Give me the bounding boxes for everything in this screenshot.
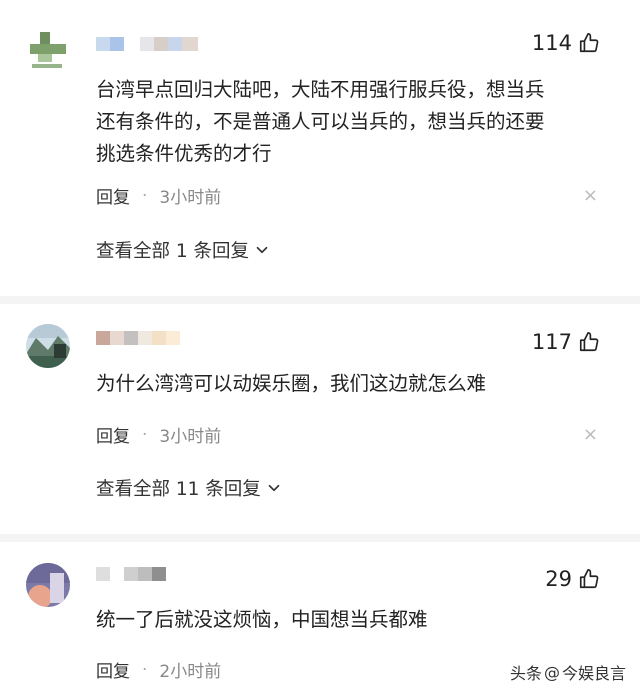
- watermark-at: @: [543, 662, 560, 682]
- reply-button[interactable]: 回复: [96, 422, 130, 447]
- comment-text-line: 为什么湾湾可以动娱乐圈，我们这边就怎么难: [96, 372, 487, 395]
- close-icon[interactable]: ×: [583, 424, 598, 445]
- like-button[interactable]: 114: [532, 31, 600, 55]
- meta-separator: ·: [142, 424, 148, 445]
- meta-separator: ·: [142, 185, 148, 206]
- divider: [0, 534, 640, 542]
- comment-text: 为什么湾湾可以动娱乐圈，我们这边就怎么难: [96, 368, 596, 400]
- reply-button[interactable]: 回复: [96, 657, 130, 682]
- comment-text: 台湾早点回归大陆吧，大陆不用强行服兵役，想当兵 还有条件的，不是普通人可以当兵的…: [96, 74, 596, 170]
- view-replies-label: 查看全部 1 条回复: [96, 241, 250, 262]
- comment-meta: 回复 · 3小时前: [96, 422, 222, 448]
- timestamp: 3小时前: [159, 427, 222, 447]
- chevron-down-icon: [268, 484, 280, 492]
- view-replies-button[interactable]: 查看全部 11 条回复: [96, 475, 283, 501]
- reply-button[interactable]: 回复: [96, 183, 130, 208]
- watermark-account: 今娱良言: [561, 664, 626, 683]
- comment-meta: 回复 · 3小时前: [96, 183, 222, 209]
- like-count: 29: [545, 567, 572, 591]
- meta-separator: ·: [142, 659, 148, 680]
- username[interactable]: [96, 331, 180, 351]
- like-button[interactable]: 117: [532, 330, 600, 354]
- comment-text-line: 统一了后就没这烦恼，中国想当兵都难: [96, 608, 428, 631]
- comment-text-line: 挑选条件优秀的才行: [96, 142, 272, 165]
- comment-text: 统一了后就没这烦恼，中国想当兵都难: [96, 604, 596, 636]
- close-icon[interactable]: ×: [583, 185, 598, 206]
- like-button[interactable]: 29: [545, 567, 600, 591]
- timestamp: 3小时前: [159, 188, 222, 208]
- username[interactable]: [96, 567, 166, 587]
- avatar[interactable]: [26, 563, 70, 607]
- comment-meta: 回复 · 2小时前: [96, 657, 222, 683]
- timestamp: 2小时前: [159, 662, 222, 682]
- username[interactable]: [96, 37, 198, 57]
- thumbs-up-icon: [579, 332, 599, 352]
- comment-text-line: 台湾早点回归大陆吧，大陆不用强行服兵役，想当兵: [96, 78, 545, 101]
- avatar[interactable]: [26, 28, 70, 72]
- watermark: 头条 @ 今娱良言: [510, 660, 626, 684]
- like-count: 114: [531, 31, 572, 55]
- like-count: 117: [531, 330, 572, 354]
- chevron-down-icon: [256, 246, 268, 254]
- watermark-source: 头条: [509, 664, 542, 683]
- view-replies-label: 查看全部 11 条回复: [96, 479, 261, 500]
- avatar[interactable]: [26, 324, 70, 368]
- thumbs-up-icon: [579, 569, 599, 589]
- comment-text-line: 还有条件的，不是普通人可以当兵的，想当兵的还要: [96, 110, 545, 133]
- thumbs-up-icon: [579, 33, 599, 53]
- divider: [0, 296, 640, 304]
- view-replies-button[interactable]: 查看全部 1 条回复: [96, 237, 271, 263]
